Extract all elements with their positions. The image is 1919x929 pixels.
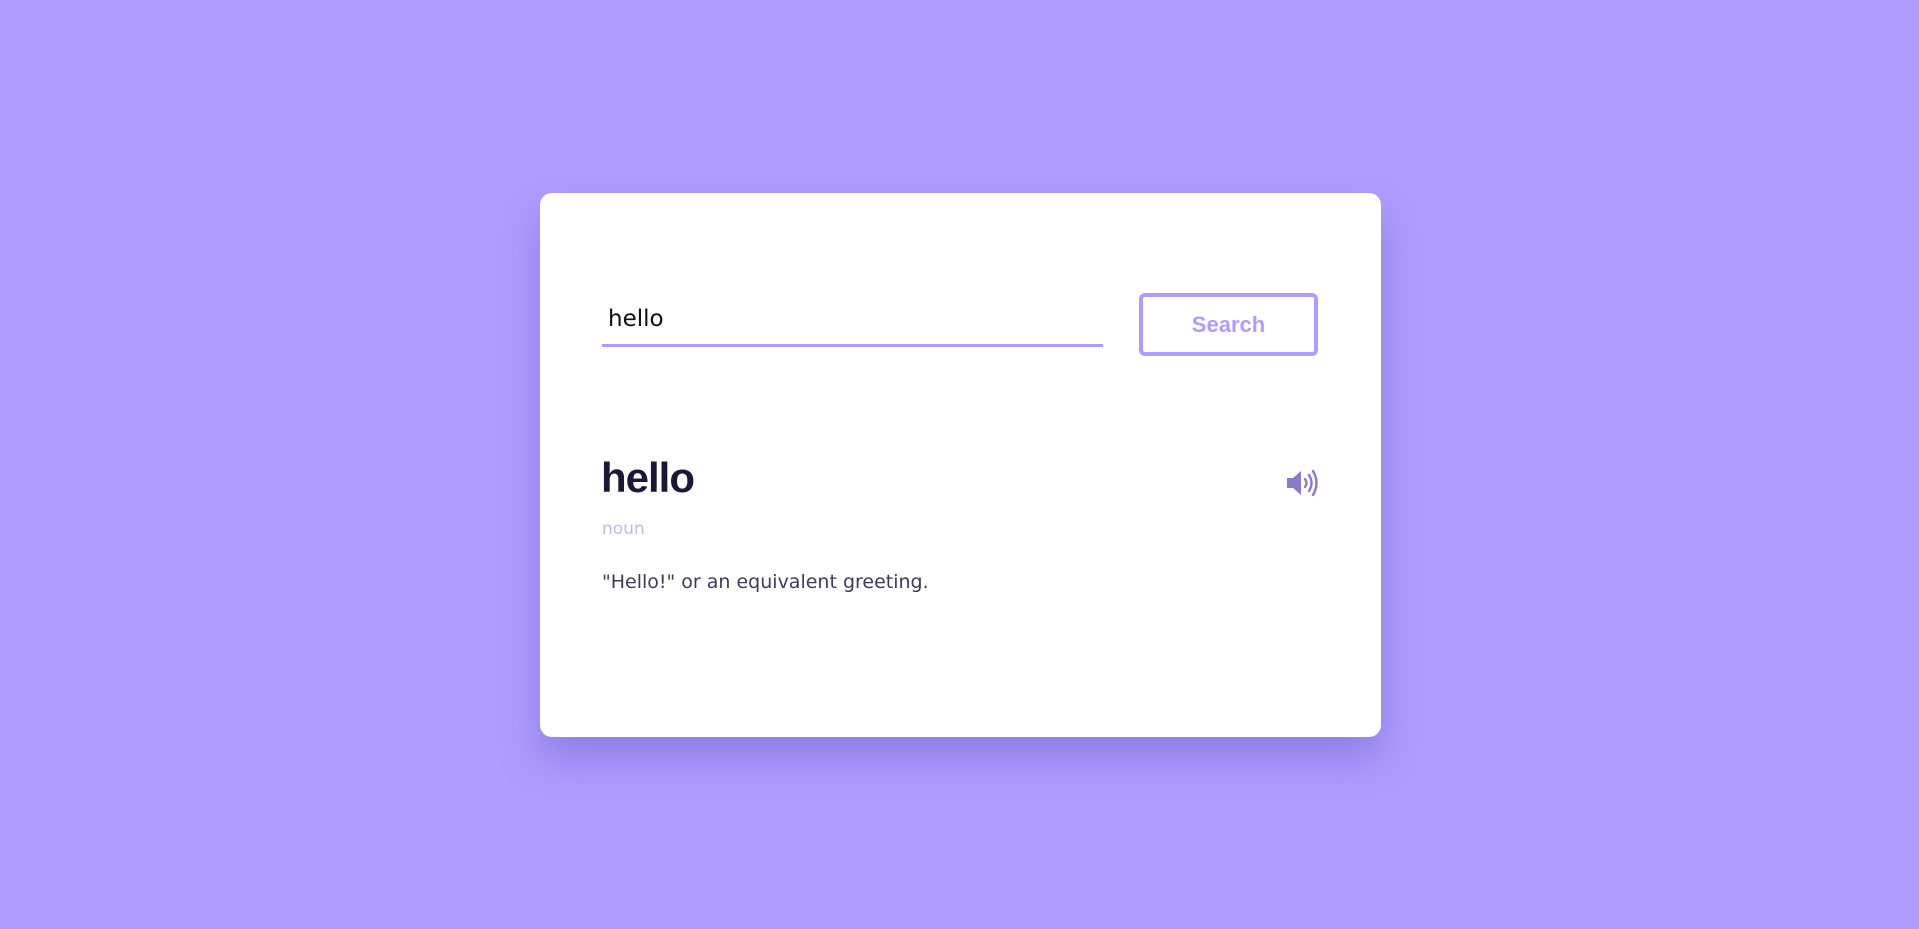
pronunciation-button[interactable] <box>1285 468 1319 498</box>
speaker-volume-icon <box>1287 469 1318 497</box>
result-word: hello <box>601 454 695 501</box>
search-button[interactable]: Search <box>1139 293 1318 356</box>
dictionary-card: Search hello noun "Hello!" or an equival… <box>540 193 1381 737</box>
search-input[interactable] <box>602 293 1103 347</box>
definition-text: "Hello!" or an equivalent greeting. <box>602 571 929 593</box>
part-of-speech: noun <box>602 519 645 539</box>
